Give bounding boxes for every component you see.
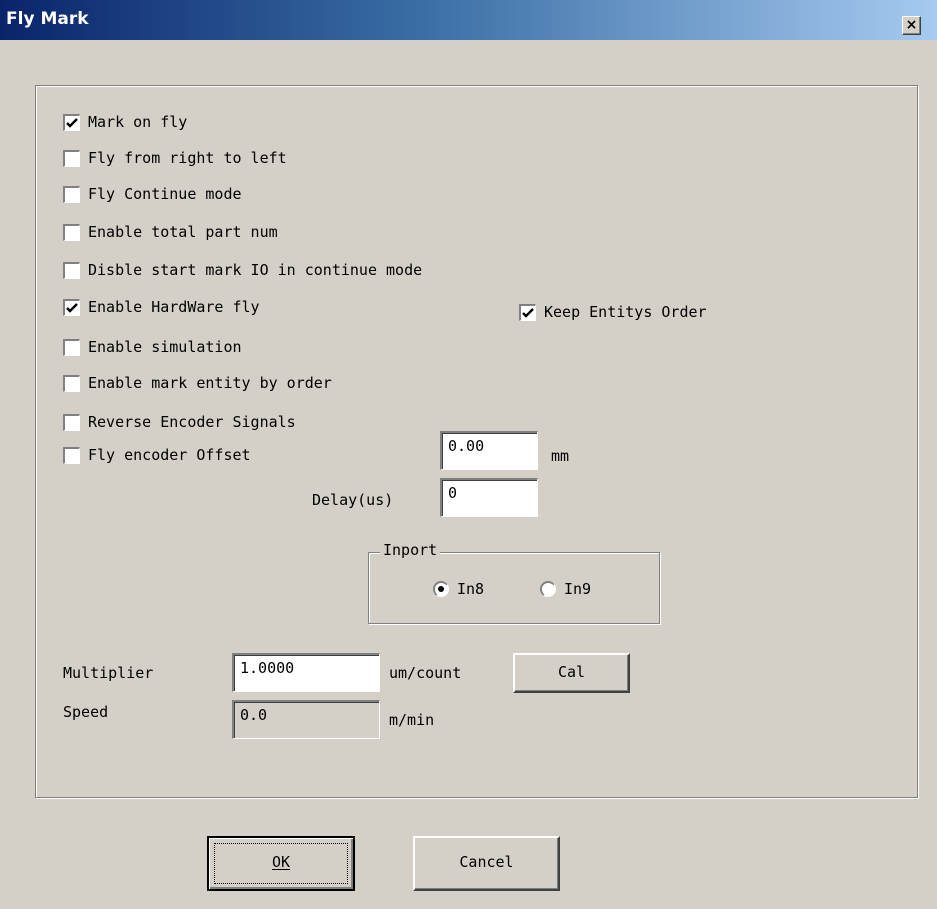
checkbox-box[interactable] <box>63 413 80 431</box>
cal-button[interactable]: Cal <box>513 653 630 693</box>
title-bar: Fly Mark × <box>0 0 937 40</box>
checkbox-label: Reverse Encoder Signals <box>88 413 296 431</box>
multiplier-label: Multiplier <box>63 664 154 682</box>
cal-button-label: Cal <box>557 663 586 681</box>
multiplier-unit: um/count <box>389 664 462 682</box>
check-icon <box>66 302 78 313</box>
encoder-offset-input[interactable]: 0.00 <box>440 431 538 470</box>
checkbox-label: Mark on fly <box>88 113 188 131</box>
check-icon <box>66 117 78 128</box>
checkbox-box[interactable] <box>63 149 80 167</box>
radio-in9[interactable]: In9 <box>540 580 591 598</box>
checkbox-label: Enable simulation <box>88 338 242 356</box>
checkbox-reverse-encoder-signals[interactable]: Reverse Encoder Signals <box>63 413 296 431</box>
checkbox-box[interactable] <box>63 374 80 392</box>
radio-button[interactable] <box>540 581 556 597</box>
close-button[interactable]: × <box>902 16 921 35</box>
checkbox-box[interactable] <box>519 303 536 321</box>
checkbox-fly-encoder-offset[interactable]: Fly encoder Offset <box>63 446 251 464</box>
checkbox-enable-simulation[interactable]: Enable simulation <box>63 338 242 356</box>
checkbox-disable-start-mark-io[interactable]: Disble start mark IO in continue mode <box>63 261 422 279</box>
checkbox-box[interactable] <box>63 185 80 203</box>
checkbox-enable-mark-entity-by-order[interactable]: Enable mark entity by order <box>63 374 332 392</box>
inport-group <box>368 552 660 624</box>
encoder-offset-unit: mm <box>551 447 570 465</box>
checkbox-box[interactable] <box>63 446 80 464</box>
delay-input[interactable]: 0 <box>440 478 538 517</box>
checkbox-fly-right-to-left[interactable]: Fly from right to left <box>63 149 287 167</box>
checkbox-keep-entitys-order[interactable]: Keep Entitys Order <box>519 303 707 321</box>
check-icon <box>522 307 534 318</box>
radio-button[interactable] <box>433 581 449 597</box>
speed-label: Speed <box>63 703 109 721</box>
close-icon: × <box>905 17 918 33</box>
radio-label: In9 <box>564 580 592 598</box>
checkbox-label: Keep Entitys Order <box>544 303 707 321</box>
checkbox-enable-hardware-fly[interactable]: Enable HardWare fly <box>63 298 260 316</box>
delay-label: Delay(us) <box>312 491 394 509</box>
radio-dot-icon <box>438 586 444 592</box>
checkbox-label: Fly encoder Offset <box>88 446 251 464</box>
checkbox-mark-on-fly[interactable]: Mark on fly <box>63 113 187 131</box>
ok-button[interactable]: OK <box>207 836 355 891</box>
cancel-button[interactable]: Cancel <box>413 836 560 891</box>
window-title: Fly Mark <box>6 9 89 29</box>
checkbox-label: Fly Continue mode <box>88 185 242 203</box>
checkbox-box[interactable] <box>63 261 80 279</box>
ok-button-label: OK <box>271 853 291 871</box>
inport-title: Inport <box>380 541 441 559</box>
checkbox-box[interactable] <box>63 298 80 316</box>
checkbox-label: Enable mark entity by order <box>88 374 332 392</box>
radio-label: In8 <box>457 580 485 598</box>
speed-readout: 0.0 <box>232 700 380 739</box>
cancel-button-label: Cancel <box>459 853 514 871</box>
checkbox-label: Enable total part num <box>88 223 278 241</box>
checkbox-box[interactable] <box>63 223 80 241</box>
checkbox-box[interactable] <box>63 338 80 356</box>
checkbox-box[interactable] <box>63 113 80 131</box>
checkbox-label: Fly from right to left <box>88 149 287 167</box>
multiplier-input[interactable]: 1.0000 <box>232 653 380 692</box>
radio-in8[interactable]: In8 <box>433 580 484 598</box>
checkbox-label: Enable HardWare fly <box>88 298 260 316</box>
checkbox-fly-continue-mode[interactable]: Fly Continue mode <box>63 185 242 203</box>
checkbox-enable-total-part-num[interactable]: Enable total part num <box>63 223 278 241</box>
speed-unit: m/min <box>389 711 435 729</box>
checkbox-label: Disble start mark IO in continue mode <box>88 261 423 279</box>
